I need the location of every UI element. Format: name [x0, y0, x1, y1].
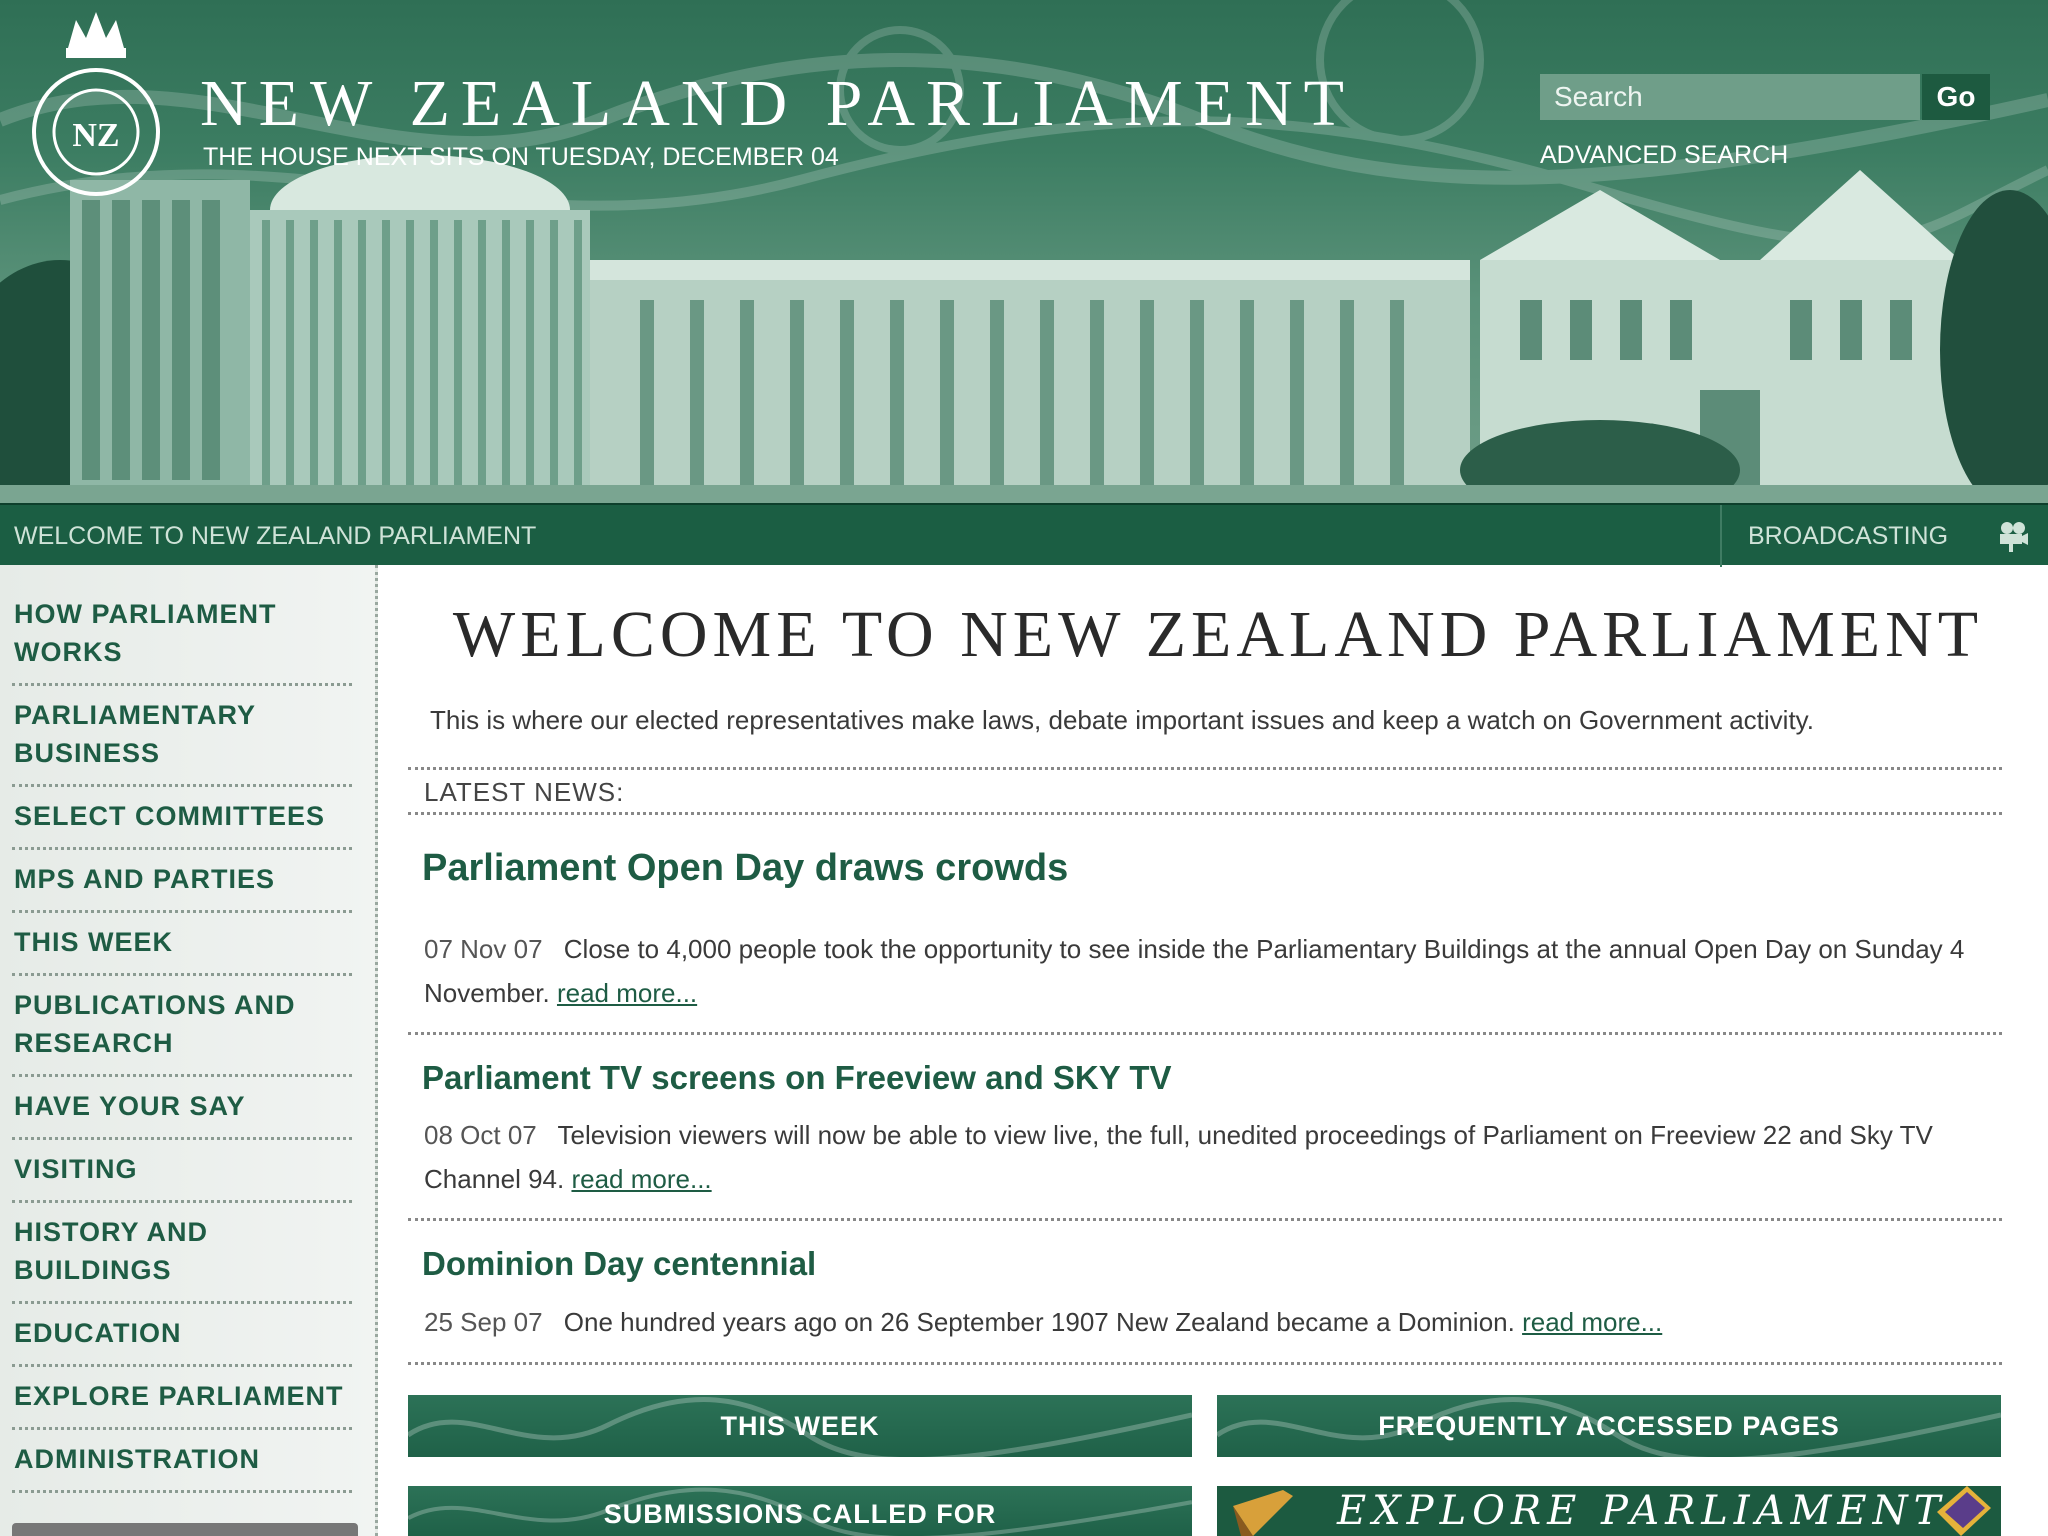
sidebar-item-this-week[interactable]: THIS WEEK: [12, 913, 352, 976]
sidebar-item-label[interactable]: SELECT COMMITTEES: [14, 801, 325, 831]
news-date: 25 Sep 07: [424, 1307, 543, 1337]
sidebar-bottom-tab[interactable]: [12, 1523, 358, 1536]
go-button[interactable]: Go: [1922, 74, 1990, 120]
top-nav-bar: WELCOME TO NEW ZEALAND PARLIAMENT BROADC…: [0, 503, 2048, 567]
news-title[interactable]: Parliament TV screens on Freeview and SK…: [422, 1059, 1172, 1097]
news-date: 07 Nov 07: [424, 934, 543, 964]
frequently-accessed-label: FREQUENTLY ACCESSED PAGES: [1378, 1411, 1840, 1441]
news-item: 07 Nov 07 Close to 4,000 people took the…: [424, 927, 2004, 1015]
sidebar-menu: HOW PARLIAMENT WORKS PARLIAMENTARY BUSIN…: [0, 565, 352, 1493]
sidebar-item-label[interactable]: HISTORY AND BUILDINGS: [14, 1217, 208, 1285]
book-icon: [1937, 1486, 1991, 1536]
sidebar-item-label[interactable]: EDUCATION: [14, 1318, 182, 1348]
sidebar-item-label[interactable]: EXPLORE PARLIAMENT: [14, 1381, 344, 1411]
parliament-buildings-image: [0, 155, 2048, 503]
frequently-accessed-pages-button[interactable]: FREQUENTLY ACCESSED PAGES: [1217, 1395, 2001, 1457]
divider: [408, 1218, 2002, 1221]
crest-text: NZ: [72, 117, 119, 154]
main-content: WELCOME TO NEW ZEALAND PARLIAMENT This i…: [408, 565, 2008, 1536]
broadcasting-link[interactable]: BROADCASTING: [1748, 522, 1948, 551]
sidebar-navigation: HOW PARLIAMENT WORKS PARLIAMENTARY BUSIN…: [0, 565, 378, 1536]
sidebar-item-label[interactable]: THIS WEEK: [14, 927, 173, 957]
news-title[interactable]: Dominion Day centennial: [422, 1245, 816, 1283]
site-header: NZ NEW ZEALAND PARLIAMENT THE HOUSE NEXT…: [0, 0, 2048, 503]
sidebar-item-label[interactable]: HOW PARLIAMENT WORKS: [14, 599, 276, 667]
sidebar-item-mps-and-parties[interactable]: MPS AND PARTIES: [12, 850, 352, 913]
sidebar-item-explore-parliament[interactable]: EXPLORE PARLIAMENT: [12, 1367, 352, 1430]
page-title: WELCOME TO NEW ZEALAND PARLIAMENT: [452, 598, 1984, 671]
news-item: 08 Oct 07 Television viewers will now be…: [424, 1113, 2004, 1201]
this-week-label: THIS WEEK: [720, 1411, 880, 1441]
sidebar-item-label[interactable]: MPS AND PARTIES: [14, 864, 275, 894]
breadcrumb-welcome[interactable]: WELCOME TO NEW ZEALAND PARLIAMENT: [14, 522, 536, 551]
sidebar-item-label[interactable]: PUBLICATIONS AND RESEARCH: [14, 990, 296, 1058]
advanced-search-link[interactable]: ADVANCED SEARCH: [1540, 141, 1788, 170]
sidebar-item-select-committees[interactable]: SELECT COMMITTEES: [12, 787, 352, 850]
divider: [408, 1032, 2002, 1035]
next-sitting-date: THE HOUSE NEXT SITS ON TUESDAY, DECEMBER…: [203, 143, 839, 171]
sidebar-item-publications-and-research[interactable]: PUBLICATIONS AND RESEARCH: [12, 976, 352, 1077]
sidebar-item-label[interactable]: HAVE YOUR SAY: [14, 1091, 246, 1121]
news-summary: One hundred years ago on 26 September 19…: [563, 1307, 1515, 1337]
submissions-label: SUBMISSIONS CALLED FOR: [603, 1499, 997, 1529]
read-more-link[interactable]: read more...: [557, 978, 697, 1008]
nav-divider: [1720, 505, 1722, 567]
divider: [408, 1362, 2002, 1365]
explore-parliament-text: EXPLORE PARLIAMENT: [1337, 1488, 1947, 1534]
news-date: 08 Oct 07: [424, 1120, 537, 1150]
read-more-link[interactable]: read more...: [1522, 1307, 1662, 1337]
house-of-representatives-crest-icon: NZ: [32, 12, 160, 196]
sidebar-item-history-and-buildings[interactable]: HISTORY AND BUILDINGS: [12, 1203, 352, 1304]
sidebar-item-label[interactable]: PARLIAMENTARY BUSINESS: [14, 700, 256, 768]
search-input[interactable]: [1540, 74, 1920, 120]
sidebar-item-parliamentary-business[interactable]: PARLIAMENTARY BUSINESS: [12, 686, 352, 787]
divider: [408, 767, 2002, 770]
news-item: 25 Sep 07 One hundred years ago on 26 Se…: [424, 1300, 2004, 1344]
sidebar-item-have-your-say[interactable]: HAVE YOUR SAY: [12, 1077, 352, 1140]
latest-news-heading: LATEST NEWS:: [424, 777, 625, 807]
megaphone-icon: [1233, 1490, 1293, 1536]
sidebar-item-label[interactable]: VISITING: [14, 1154, 138, 1184]
video-camera-icon[interactable]: [1995, 519, 2029, 553]
explore-parliament-banner[interactable]: EXPLORE PARLIAMENT: [1217, 1486, 2001, 1536]
news-title[interactable]: Parliament Open Day draws crowds: [422, 847, 1068, 890]
intro-text: This is where our elected representative…: [430, 705, 1814, 735]
sidebar-item-education[interactable]: EDUCATION: [12, 1304, 352, 1367]
site-title[interactable]: NEW ZEALAND PARLIAMENT: [200, 66, 1355, 142]
sidebar-item-label[interactable]: ADMINISTRATION: [14, 1444, 260, 1474]
sidebar-item-how-parliament-works[interactable]: HOW PARLIAMENT WORKS: [12, 585, 352, 686]
divider: [408, 812, 2002, 815]
sidebar-item-administration[interactable]: ADMINISTRATION: [12, 1430, 352, 1493]
sidebar-item-visiting[interactable]: VISITING: [12, 1140, 352, 1203]
read-more-link[interactable]: read more...: [571, 1164, 711, 1194]
submissions-called-for-button[interactable]: SUBMISSIONS CALLED FOR: [408, 1486, 1192, 1536]
this-week-button[interactable]: THIS WEEK: [408, 1395, 1192, 1457]
